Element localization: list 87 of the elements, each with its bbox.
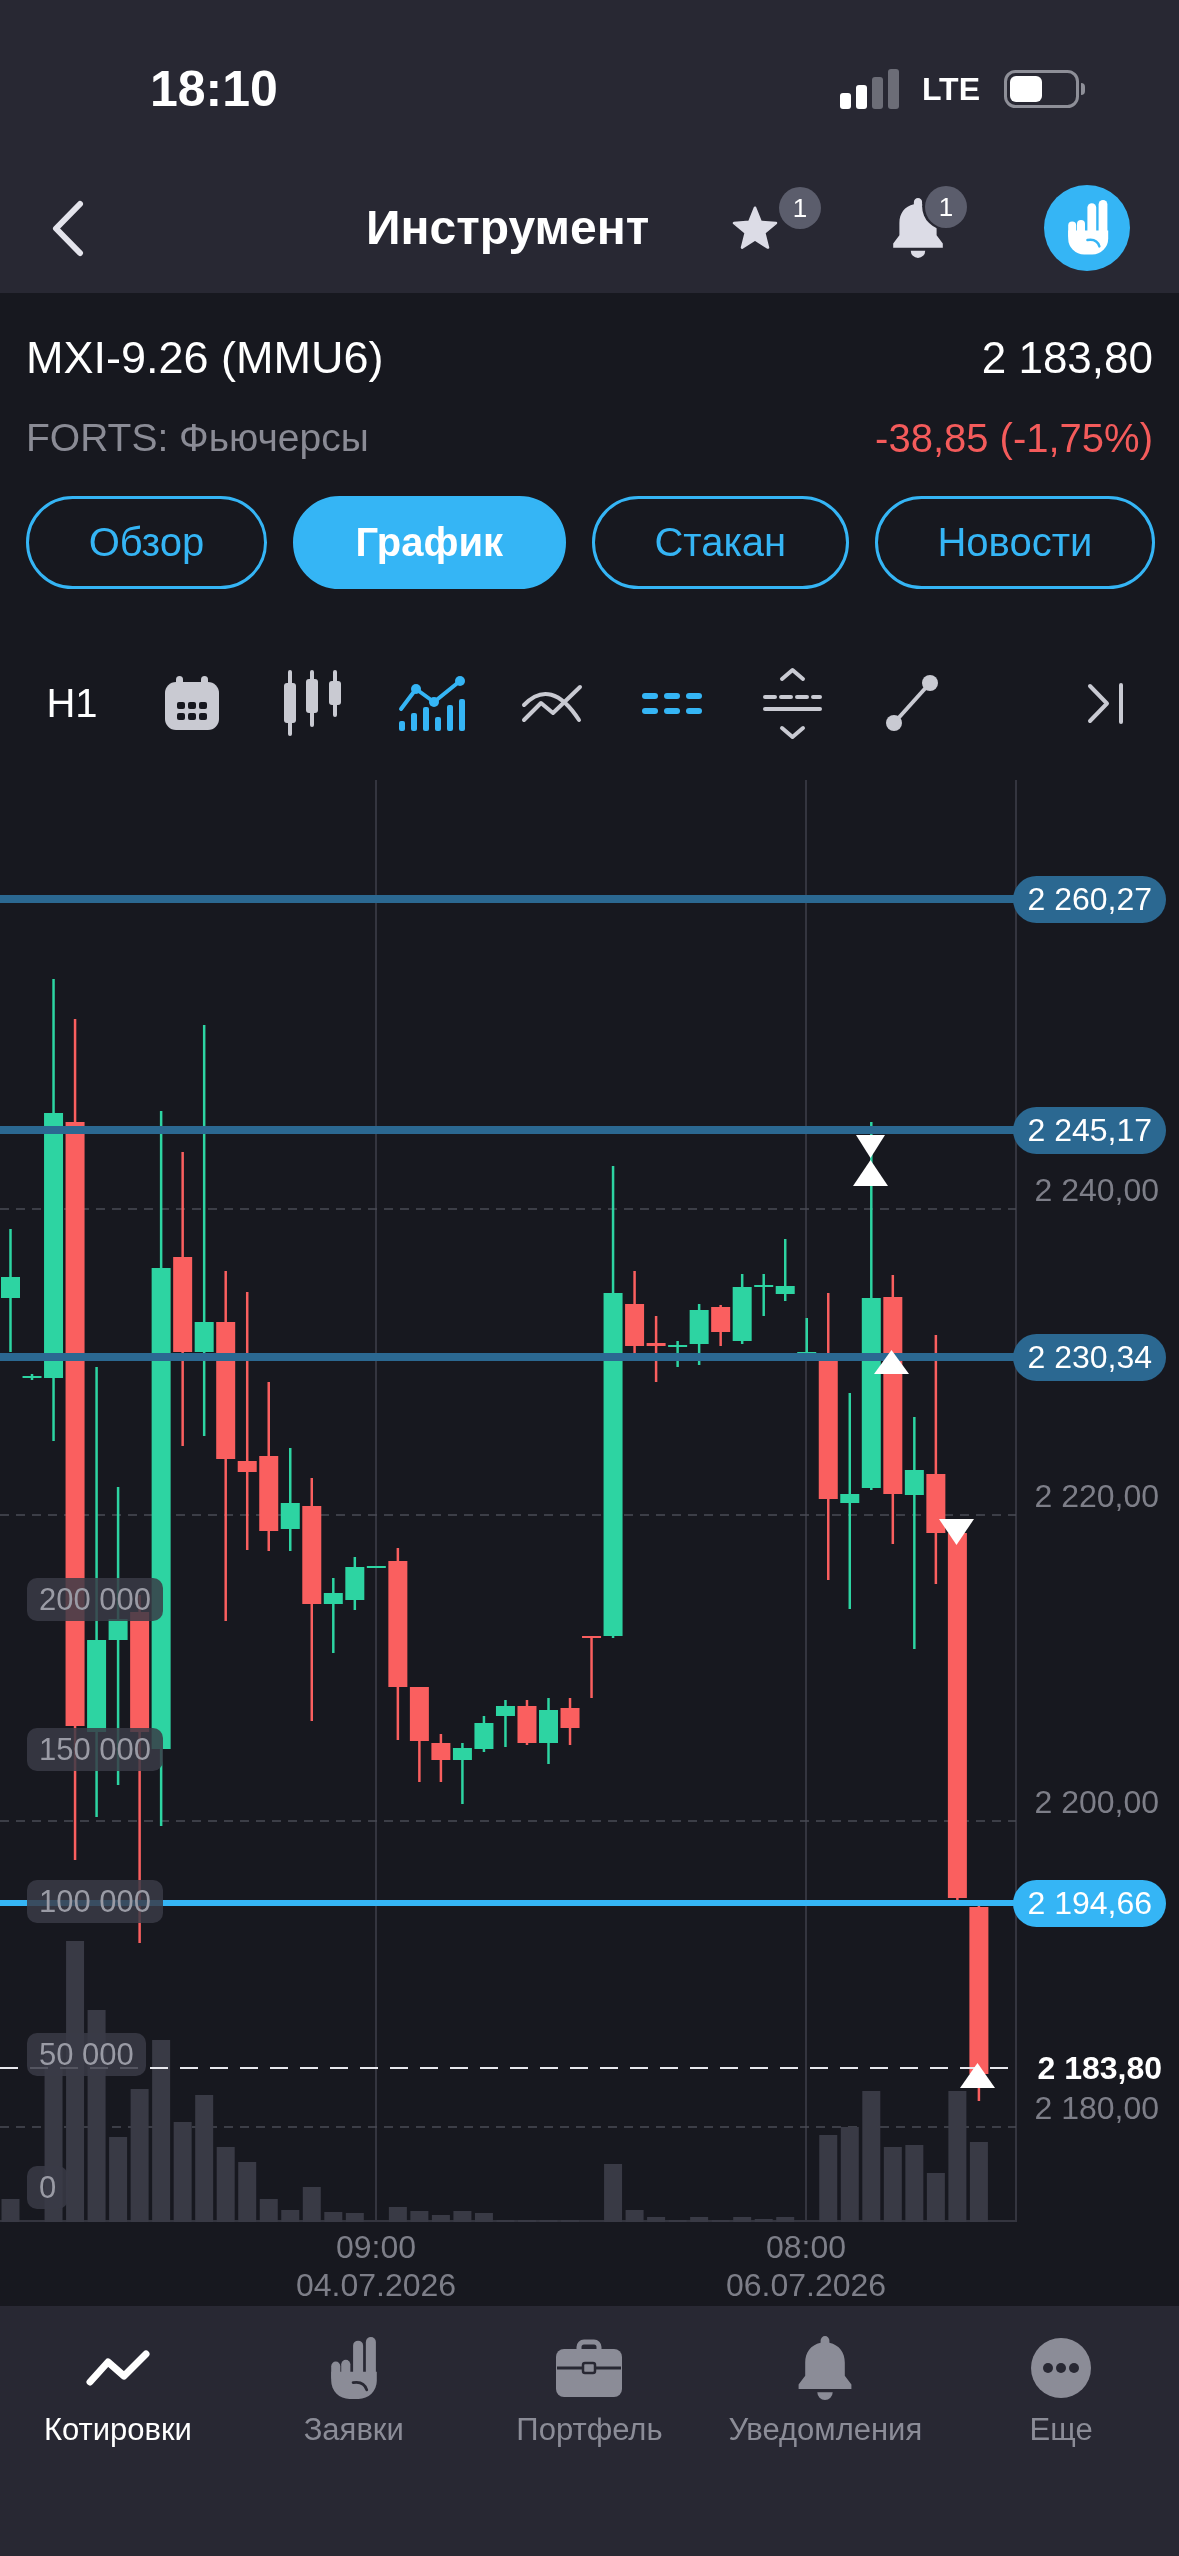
volume-bar: [302, 2187, 321, 2222]
status-time: 18:10: [150, 60, 278, 119]
up-triangle-icon: [874, 1350, 909, 1374]
volume-axis-label: 100 000: [27, 1880, 164, 1923]
candle: [452, 1743, 472, 1804]
volume-bar: [1, 2199, 20, 2222]
volume-bar: [238, 2162, 257, 2222]
calendar-icon[interactable]: [163, 674, 221, 732]
time-axis-label: 09:00: [335, 2228, 417, 2266]
order-price-tag: 2 194,66: [1013, 1879, 1166, 1927]
volume-bar: [259, 2199, 278, 2222]
zigzag-line-icon: [85, 2350, 150, 2386]
volume-bar: [625, 2210, 644, 2222]
volume-bar: [604, 2164, 623, 2222]
screen-title: Инструмент: [366, 200, 650, 256]
last-price-tag: 2 183,80: [1037, 2044, 1162, 2092]
volume-axis-label: 200 000: [27, 1578, 164, 1621]
tab[interactable]: Новости: [874, 496, 1155, 589]
volume-bar: [324, 2212, 343, 2222]
price-axis-label: 2 200,00: [1034, 1785, 1159, 1819]
volume-bar: [776, 2217, 795, 2222]
candle: [560, 1698, 580, 1745]
battery-icon: [1004, 70, 1086, 108]
briefcase-icon: [556, 2339, 623, 2397]
candle: [495, 1700, 515, 1747]
date-axis-label: 06.07.2026: [725, 2266, 887, 2304]
volume-bar: [281, 2210, 300, 2222]
bell-icon: [797, 2335, 854, 2401]
price-level-tag: 2 230,34: [1013, 1333, 1166, 1381]
candle: [22, 1374, 42, 1380]
instrument-name: MXI-9.26 (MMU6): [26, 332, 384, 384]
back-icon[interactable]: [51, 199, 85, 257]
tab[interactable]: Обзор: [26, 496, 267, 589]
candle: [539, 1698, 558, 1764]
price-change: -38,85 (-1,75%): [875, 415, 1153, 461]
line-segment-icon[interactable]: [886, 675, 938, 731]
tab-bar-item[interactable]: Заявки: [303, 2335, 404, 2450]
volume-bar: [754, 2219, 773, 2222]
more-icon: [1031, 2338, 1092, 2398]
date-axis-label: 04.07.2026: [295, 2266, 457, 2304]
volume-bar: [388, 2207, 407, 2222]
price-level-tag: 2 245,17: [1013, 1106, 1166, 1154]
volume-bar: [690, 2217, 709, 2222]
tab-bar-item[interactable]: Еще: [1029, 2335, 1093, 2450]
candle: [431, 1734, 451, 1782]
bar-line-chart-icon[interactable]: [398, 675, 466, 731]
volume-axis-label: 50 000: [27, 2033, 146, 2076]
volume-axis-label: 150 000: [27, 1728, 164, 1771]
candle: [646, 1316, 666, 1382]
tab-bar-item[interactable]: Уведомления: [728, 2335, 923, 2450]
timeframe-button[interactable]: H1: [46, 679, 98, 727]
count-badge: 1: [779, 187, 821, 229]
dashed-lines-icon[interactable]: [642, 692, 702, 714]
volume-bar: [647, 2217, 666, 2222]
tab-bar-item[interactable]: Котировки: [43, 2335, 192, 2450]
curve-zigzag-icon[interactable]: [521, 683, 583, 723]
volume-axis-label: 0: [27, 2166, 69, 2209]
price-axis-label: 2 240,00: [1034, 1173, 1159, 1207]
down-triangle-icon: [856, 1135, 885, 1158]
last-price: 2 183,80: [981, 333, 1153, 383]
network-type: LTE: [921, 70, 980, 109]
chevrons-lines-icon[interactable]: [762, 666, 822, 740]
volume-bar: [431, 2215, 450, 2222]
price-axis-label: 2 220,00: [1034, 1479, 1159, 1513]
tab[interactable]: Стакан: [591, 496, 849, 589]
candle: [474, 1716, 494, 1752]
star-icon[interactable]: [732, 206, 778, 250]
market-name: FORTS: Фьючерсы: [26, 416, 369, 460]
time-axis-label: 08:00: [765, 2228, 847, 2266]
volume-bar: [474, 2213, 493, 2222]
volume-bar: [453, 2211, 472, 2222]
candle: [517, 1700, 537, 1745]
price-axis-label: 2 180,00: [1034, 2091, 1159, 2125]
volume-bar: [345, 2213, 364, 2222]
tab-bar-item[interactable]: Портфель: [516, 2335, 663, 2450]
up-triangle-icon: [960, 2063, 995, 2088]
volume-bar: [733, 2217, 752, 2222]
hand-icon[interactable]: [1044, 185, 1130, 271]
count-badge: 1: [925, 186, 967, 228]
volume-bar: [926, 2173, 945, 2222]
hand-icon: [330, 2337, 377, 2399]
signal-icon: [839, 69, 900, 109]
up-triangle-icon: [853, 1160, 888, 1186]
volume-bar: [410, 2211, 429, 2222]
price-level-tag: 2 260,27: [1013, 875, 1166, 923]
chevron-bar-icon[interactable]: [1087, 682, 1125, 724]
down-triangle-icon: [939, 1519, 974, 1545]
